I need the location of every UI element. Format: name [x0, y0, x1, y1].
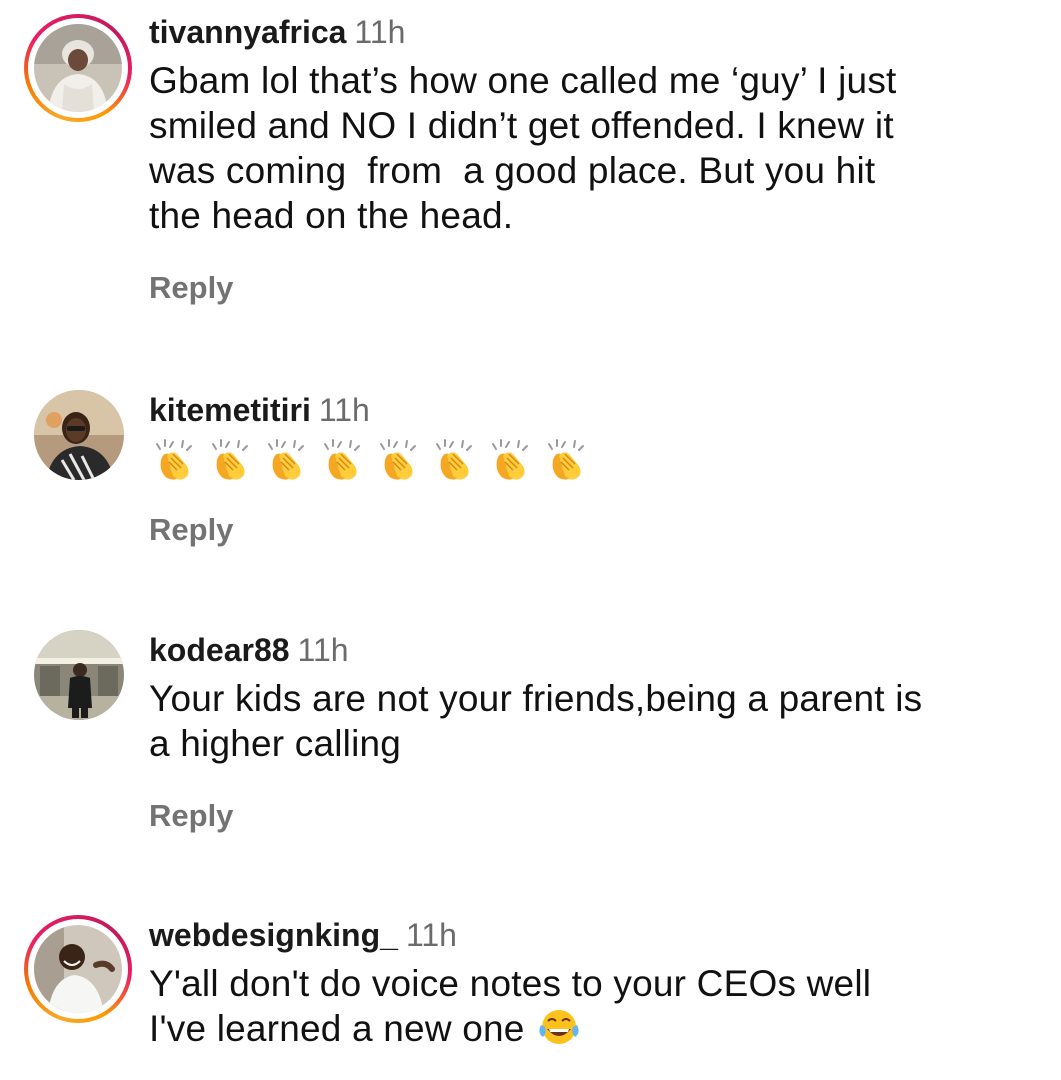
comment-text-line: I've learned a new one	[149, 1008, 525, 1049]
timestamp: 11h	[318, 392, 370, 428]
comment-meta: tivannyafrica 11h	[149, 12, 1031, 52]
comment-item: kodear88 11h Your kids are not your frien…	[0, 620, 1061, 850]
reply-button[interactable]: Reply	[149, 798, 233, 834]
timestamp: 11h	[354, 14, 406, 50]
avatar	[34, 925, 122, 1013]
avatar-ring-gap	[28, 18, 128, 118]
avatar	[34, 24, 122, 112]
avatar-story-ring[interactable]	[24, 14, 132, 122]
avatar-photo	[34, 630, 124, 720]
comment-text: Your kids are not your friends,being a p…	[149, 678, 923, 764]
clapping-hands-icon	[429, 438, 477, 484]
clapping-hands-icon	[373, 438, 421, 484]
comment-body: tivannyafrica 11h Gbam lol that’s how one…	[149, 12, 1031, 238]
clapping-hands-icon	[541, 438, 589, 484]
clapping-hands-icon	[205, 438, 253, 484]
comment-body: webdesignking_ 11h Y'all don't do voice n…	[149, 915, 1031, 1051]
username-link[interactable]: kodear88	[149, 632, 290, 668]
avatar-ring-gap	[28, 919, 128, 1019]
avatar-image	[34, 390, 124, 480]
avatar-image	[34, 630, 124, 720]
clapping-hands-icon	[261, 438, 309, 484]
avatar-photo	[34, 925, 122, 1013]
avatar-story-ring[interactable]	[24, 915, 132, 1023]
comment-body: kitemetitiri 11h	[149, 390, 1031, 484]
emoji-row	[149, 438, 1031, 484]
comment-item: webdesignking_ 11h Y'all don't do voice n…	[0, 905, 1061, 1080]
comment-text-line: Y'all don't do voice notes to your CEOs …	[149, 963, 872, 1004]
comment-meta: kitemetitiri 11h	[149, 390, 1031, 430]
comment-meta: kodear88 11h	[149, 630, 1031, 670]
avatar[interactable]	[34, 390, 124, 480]
username-link[interactable]: tivannyafrica	[149, 14, 346, 50]
comment-meta: webdesignking_ 11h	[149, 915, 1031, 955]
reply-button[interactable]: Reply	[149, 270, 233, 306]
avatar-photo	[34, 390, 124, 480]
timestamp: 11h	[405, 917, 457, 953]
reply-button[interactable]: Reply	[149, 512, 233, 548]
username-link[interactable]: webdesignking_	[149, 917, 398, 953]
clapping-hands-icon	[149, 438, 197, 484]
avatar[interactable]	[34, 630, 124, 720]
clapping-hands-icon	[485, 438, 533, 484]
username-link[interactable]: kitemetitiri	[149, 392, 311, 428]
timestamp: 11h	[297, 632, 349, 668]
comment-item: kitemetitiri 11h Reply	[0, 380, 1061, 560]
clapping-hands-icon	[317, 438, 365, 484]
face-with-tears-of-joy-icon	[535, 1007, 583, 1047]
comment-body: kodear88 11h Your kids are not your frien…	[149, 630, 1031, 766]
comment-text: Gbam lol that’s how one called me ‘guy’ …	[149, 60, 897, 236]
comment-item: tivannyafrica 11h Gbam lol that’s how one…	[0, 0, 1061, 340]
comment-text: Y'all don't do voice notes to your CEOs …	[149, 961, 1031, 1051]
avatar-photo	[34, 24, 122, 112]
